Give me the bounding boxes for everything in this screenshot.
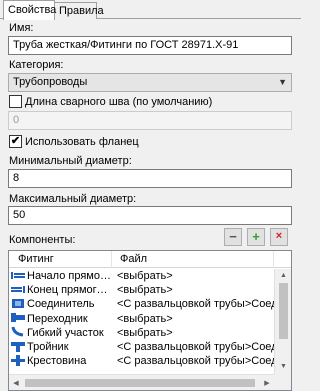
file-cell[interactable]: <С развальцовкой трубы>Соединение [117,354,274,368]
table-row[interactable]: Соединитель <С развальцовкой трубы>Соеди… [9,297,274,311]
pipe-start-icon [11,271,25,279]
weld-length-field: 0 [8,111,292,130]
chevron-down-icon[interactable]: ▼ [278,74,287,91]
category-label: Категория: [9,59,64,71]
name-label: Имя: [9,22,34,34]
use-flange-label: Использовать фланец [25,136,139,149]
table-row[interactable]: Крестовина <С развальцовкой трубы>Соедин… [9,354,274,368]
fitting-name: Конец прямого ... [27,284,112,297]
delete-button[interactable]: × [270,228,288,246]
tab-bar: Свойства Правила [0,0,301,20]
weld-length-label: Длина сварного шва (по умолчанию) [25,96,213,109]
fitting-name: Соединитель [27,298,95,311]
fitting-name: Гибкий участок [27,326,104,339]
file-cell[interactable]: <выбрать> [117,326,274,340]
flexible-section-icon [11,327,24,337]
category-select[interactable]: Трубопроводы ▼ [8,73,292,92]
table-row[interactable]: Тройник <С развальцовкой трубы>Соединени… [9,340,274,354]
scroll-right-icon[interactable]: ▶ [260,375,274,390]
components-label: Компоненты: [9,234,76,246]
checkbox-box[interactable] [9,94,22,108]
min-diameter-field[interactable]: 8 [8,169,292,188]
name-field[interactable]: Труба жесткая/Фитинги по ГОСТ 28971.Х-91 [8,36,292,55]
file-cell[interactable]: <выбрать> [117,283,274,297]
category-value: Трубопроводы [13,76,88,88]
vertical-scrollbar[interactable]: ▲ ▼ [274,269,291,374]
grid-header: Фитинг Файл [9,251,291,268]
file-cell[interactable]: <С развальцовкой трубы>Соединение [117,340,274,354]
components-grid[interactable]: Фитинг Файл Начало прямого ... <выбрать>… [8,250,292,391]
adapter-icon [11,313,25,323]
tee-icon [11,341,25,352]
table-row[interactable]: Конец прямого ... <выбрать> [9,283,274,297]
tab-properties[interactable]: Свойства [3,0,56,20]
column-header-fitting[interactable]: Фитинг [9,251,112,268]
table-row[interactable]: Гибкий участок <выбрать> [9,326,274,340]
table-row[interactable]: Начало прямого ... <выбрать> [9,269,274,283]
fitting-name: Крестовина [27,355,87,368]
grid-rows: Начало прямого ... <выбрать> Конец прямо… [9,269,274,368]
scroll-up-icon[interactable]: ▲ [275,269,291,283]
min-diameter-label: Минимальный диаметр: [9,155,132,167]
scroll-down-icon[interactable]: ▼ [275,360,291,374]
fitting-name: Тройник [27,340,69,353]
fitting-name: Начало прямого ... [27,270,112,282]
max-diameter-field[interactable]: 50 [8,206,292,225]
file-cell[interactable]: <выбрать> [117,269,274,283]
weld-length-checkbox[interactable]: Длина сварного шва (по умолчанию) [9,94,213,109]
fitting-name: Переходник [27,312,88,325]
scroll-left-icon[interactable]: ◀ [9,375,23,390]
tab-rules[interactable]: Правила [55,2,104,20]
max-diameter-label: Максимальный диаметр: [9,193,137,205]
use-flange-checkbox[interactable]: ✔ Использовать фланец [9,134,139,149]
add-button[interactable]: + [247,228,265,246]
properties-panel: Имя: Труба жесткая/Фитинги по ГОСТ 28971… [0,19,301,391]
scrollbar-corner [274,374,291,390]
cross-icon [11,354,25,366]
connector-icon [12,298,24,308]
file-cell[interactable]: <С развальцовкой трубы>Соединение [117,297,274,311]
checkmark-icon[interactable]: ✔ [9,134,22,148]
table-row[interactable]: Переходник <выбрать> [9,312,274,326]
pipe-end-icon [11,285,25,293]
file-cell[interactable]: <выбрать> [117,312,274,326]
horizontal-scrollbar[interactable]: ◀ ▶ [9,374,274,390]
horizontal-scroll-thumb[interactable] [25,379,255,387]
vertical-scroll-thumb[interactable] [279,283,288,339]
remove-button[interactable]: − [224,228,242,246]
column-header-file[interactable]: Файл [112,251,274,268]
